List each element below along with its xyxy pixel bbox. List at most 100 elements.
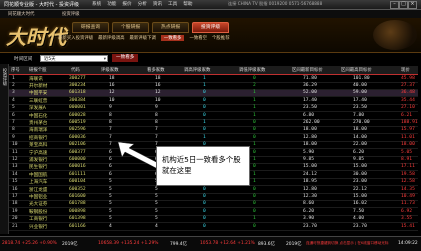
table-cell: 深发展A	[29, 106, 46, 112]
table-cell: 5	[109, 216, 112, 222]
col-header[interactable]: 评级家数	[101, 67, 119, 73]
table-cell: 15.00	[303, 164, 317, 170]
table-cell: 1	[253, 112, 256, 118]
menu-item[interactable]: 报价	[122, 1, 131, 7]
table-cell: 1	[253, 216, 256, 222]
col-header[interactable]: 现价	[401, 67, 410, 73]
filter-row: 时间区间 近5天 ▾ 一致看多	[0, 54, 421, 64]
col-header[interactable]: 研报个股	[29, 67, 47, 73]
table-cell: 8.91	[401, 156, 413, 162]
menu-item[interactable]: 资讯	[153, 1, 162, 7]
table-cell: 0	[253, 75, 256, 81]
table-cell: 9.85	[303, 156, 315, 162]
index-other[interactable]: 1053.78 +12.64 +1.21%	[200, 241, 255, 246]
table-cell: 14	[12, 171, 18, 177]
index-sz[interactable]: 10658.39 +135.24 +1.29%	[98, 241, 158, 246]
window-title: 同花顺专业版 - 大时代 - 投资评级	[4, 2, 79, 8]
col-header[interactable]: 区间最高目标价	[341, 67, 372, 73]
menu-item[interactable]: 工具	[168, 1, 177, 7]
module-name[interactable]: 同花顺大时代	[8, 11, 34, 17]
subnav-latest-buy[interactable]: 最新买入投资评级	[58, 35, 93, 41]
sub-navigation: 最新买入投资评级 最新评级调高 最新评级下调 一致看多 一致看空 个股推荐	[58, 35, 230, 41]
period-select[interactable]: 近5天 ▾	[40, 55, 108, 62]
table-cell: 12	[155, 90, 161, 96]
table-cell: 5	[155, 201, 158, 207]
table-cell: 1	[253, 142, 256, 148]
table-cell: 上海汽车	[29, 180, 48, 186]
table-cell: 19	[12, 208, 18, 214]
index-sh[interactable]: 2818.74 +25.26 +0.90%	[2, 241, 57, 246]
table-cell: 12	[109, 90, 115, 96]
maximize-icon[interactable]: □	[399, 1, 408, 9]
table-cell: 601600	[69, 193, 86, 199]
table-cell: 0	[203, 112, 206, 118]
table-cell: 7	[109, 134, 112, 140]
subnav-consensus-bull[interactable]: 一致看多	[160, 35, 185, 41]
table-cell: 15.97	[401, 127, 415, 133]
table-cell: 2	[253, 82, 256, 88]
table-cell: 1	[203, 134, 206, 140]
table-cell: 8	[155, 112, 158, 118]
table-cell: 600104	[69, 179, 86, 185]
subnav-raised[interactable]: 最新评级调高	[98, 35, 124, 41]
selected-view-tab[interactable]: 一致看多	[112, 54, 139, 62]
table-cell: 27.37	[401, 82, 415, 88]
status-bar: 2818.74 +25.26 +0.90% 2019亿 10658.39 +13…	[0, 236, 421, 251]
table-cell: 262.00	[303, 119, 320, 125]
menu-item[interactable]: 分析	[138, 1, 147, 7]
table-cell: 600519	[69, 119, 86, 125]
table-cell: 600036	[69, 134, 86, 140]
col-header[interactable]: 看多家数	[147, 67, 165, 73]
table-cell: 18.00	[303, 142, 317, 148]
table-cell: 7	[155, 134, 158, 140]
table-cell: 11	[12, 149, 18, 155]
menu-item[interactable]: 功能	[107, 1, 116, 7]
table-cell: 16	[155, 82, 161, 88]
menu-item[interactable]: 系统	[92, 1, 101, 7]
table-cell: 1	[203, 82, 206, 88]
tab-stock-research[interactable]: 个股研报	[112, 22, 150, 33]
vertical-tab[interactable]: 投资评级	[0, 64, 9, 234]
col-header[interactable]: 区间最新目标价	[292, 67, 323, 73]
table-cell: 36.48	[401, 90, 415, 96]
tab-hot-research[interactable]: 热点研报	[152, 22, 190, 33]
table-cell: 6.20	[353, 149, 365, 155]
table-cell: 30.00	[353, 171, 367, 177]
col-header[interactable]: 调高评级家数	[184, 67, 210, 73]
table-cell: 8	[12, 127, 15, 133]
minimize-icon[interactable]: –	[390, 1, 399, 9]
table-cell: 7	[155, 127, 158, 133]
col-header[interactable]: 代码	[71, 67, 80, 73]
table-header: 序号 研报个股 代码 评级家数 看多家数 调高评级家数 调低评级家数 区间最新目…	[9, 66, 418, 75]
table-cell: 002596	[69, 127, 86, 133]
table-cell: 6.80	[303, 112, 315, 118]
tab-research-query[interactable]: 研报查询	[72, 22, 110, 33]
table-cell: 300384	[69, 97, 86, 103]
tab-investment-rating[interactable]: 投资评级	[192, 22, 230, 33]
module-subname[interactable]: 投资评级	[62, 11, 80, 17]
table-cell: 5	[155, 208, 158, 214]
table-cell: 188.91	[401, 119, 418, 125]
col-header[interactable]: 调低评级家数	[239, 67, 265, 73]
table-cell: 中国铝业	[29, 194, 48, 200]
table-cell: 11.01	[401, 134, 415, 140]
chevron-down-icon[interactable]: ▾	[104, 56, 106, 63]
subnav-lowered[interactable]: 最新评级下调	[130, 35, 156, 41]
subnav-consensus-bear[interactable]: 一致看空	[189, 35, 207, 41]
table-cell: 中国国航	[29, 172, 48, 178]
table-cell: 5	[109, 186, 112, 192]
table-cell: 中国石化	[29, 113, 48, 119]
table-cell: 7	[109, 127, 112, 133]
table-cell: 6.21	[401, 112, 413, 118]
col-header[interactable]: 序号	[11, 67, 20, 73]
table-cell: 23.70	[353, 223, 367, 229]
banner: 大时代 研报查询 个股研报 热点研报 投资评级 最新买入投资评级 最新评级调高 …	[0, 18, 421, 53]
connection-status: 连接 CHINA TV 股指 0019200 0571-56768888	[228, 1, 323, 6]
menu-item[interactable]: 帮助	[183, 1, 192, 7]
subnav-recommend[interactable]: 个股推荐	[212, 35, 230, 41]
table-row[interactable]: 21 兴业银行 601166 4 4 0 0 23.70 23.70 15.41	[9, 223, 418, 231]
table-cell: 270.00	[353, 119, 370, 125]
hint-text: 连通可快捷键到切换 点击显示 | 在K线窗口移动光标	[306, 241, 389, 245]
table-cell: 22.12	[353, 186, 367, 192]
close-icon[interactable]: ×	[408, 1, 417, 9]
